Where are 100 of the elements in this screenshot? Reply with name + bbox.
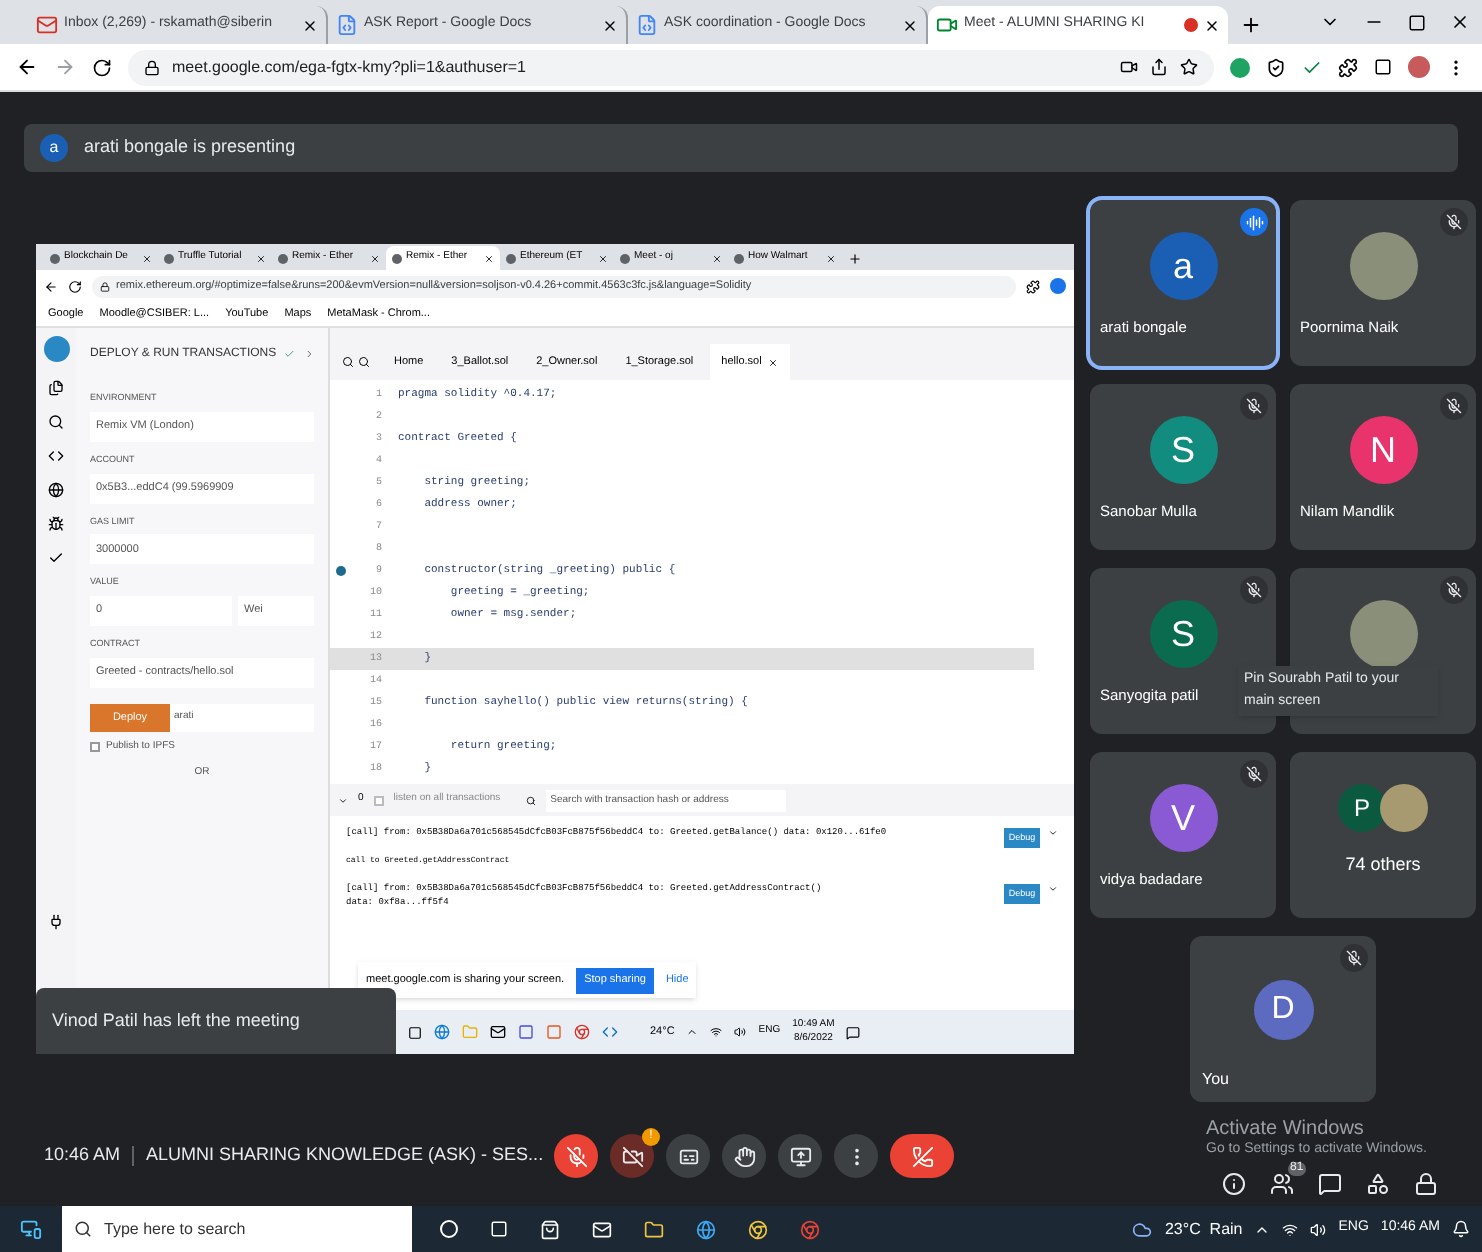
- weather-icon: [1132, 1219, 1153, 1239]
- chat-icon[interactable]: [1318, 1171, 1342, 1195]
- extension-icon[interactable]: [1266, 57, 1286, 77]
- microphone-off-icon: [565, 1145, 587, 1167]
- expand-icon[interactable]: [1048, 828, 1058, 838]
- expand-icon[interactable]: [1048, 884, 1058, 894]
- video-icon: [936, 14, 958, 36]
- volume-icon: [734, 1026, 747, 1038]
- avatar-photo: [1349, 232, 1417, 300]
- avatar: D: [1253, 980, 1313, 1040]
- search-icon[interactable]: [48, 414, 64, 430]
- avatar: V: [1149, 784, 1217, 852]
- profile-avatar[interactable]: [1408, 56, 1430, 78]
- leave-call-button[interactable]: [890, 1134, 954, 1178]
- back-icon[interactable]: [44, 279, 58, 293]
- file-explorer-icon[interactable]: [48, 380, 64, 396]
- avatar-photo: [1380, 784, 1428, 832]
- collapse-icon[interactable]: [338, 795, 348, 805]
- notifications-icon[interactable]: [846, 1025, 861, 1039]
- reload-icon[interactable]: [92, 57, 112, 77]
- participant-name: You: [1202, 1068, 1229, 1092]
- back-icon[interactable]: [16, 56, 38, 78]
- microphone-button[interactable]: [554, 1134, 598, 1178]
- cortana-icon[interactable]: [440, 1220, 458, 1238]
- close-icon[interactable]: [902, 17, 918, 33]
- close-icon[interactable]: [1204, 17, 1220, 33]
- checkbox[interactable]: [373, 795, 384, 805]
- address-bar[interactable]: meet.google.com/ega-fgtx-kmy?pli=1&authuser=1: [128, 49, 1214, 85]
- profile-avatar[interactable]: [1050, 278, 1066, 294]
- camera-icon: [1120, 58, 1138, 76]
- code-editor-icon[interactable]: [602, 1024, 618, 1040]
- restore-icon[interactable]: [1408, 14, 1426, 32]
- chevron-icon[interactable]: [303, 348, 314, 360]
- raise-hand-button[interactable]: [722, 1134, 766, 1178]
- plugin-icon[interactable]: [48, 914, 64, 930]
- store-icon[interactable]: [540, 1219, 560, 1239]
- meeting-title: ALUMNI SHARING KNOWLEDGE (ASK) - SES...: [146, 1142, 544, 1169]
- checkbox[interactable]: [90, 742, 100, 752]
- deploy-icon[interactable]: [48, 482, 64, 498]
- mail-icon: [36, 14, 58, 36]
- start-icon[interactable]: [20, 1218, 42, 1240]
- new-tab-icon[interactable]: [1240, 14, 1262, 36]
- volume-icon: [1310, 1221, 1327, 1237]
- activation-title: Activate Windows: [1206, 1117, 1364, 1139]
- search-icon: [526, 795, 537, 805]
- people-icon[interactable]: [1270, 1171, 1294, 1195]
- notifications-icon[interactable]: [1452, 1220, 1470, 1238]
- avatar: a: [1149, 232, 1217, 300]
- checkmark-icon[interactable]: [1302, 57, 1322, 77]
- remix-logo-icon: [43, 336, 69, 362]
- browser-icon[interactable]: [696, 1219, 716, 1239]
- sidebar-icon[interactable]: [1374, 58, 1392, 76]
- close-icon[interactable]: [602, 17, 618, 33]
- document-icon: [336, 14, 358, 36]
- close-icon[interactable]: [302, 17, 318, 33]
- hand-icon: [733, 1145, 755, 1167]
- presenting-text: arati bongale is presenting: [84, 134, 296, 161]
- share-icon[interactable]: [1150, 58, 1168, 76]
- forward-icon[interactable]: [54, 56, 76, 78]
- more-options-button[interactable]: [834, 1134, 878, 1178]
- extensions-icon[interactable]: [1026, 279, 1040, 293]
- site-icon: [620, 253, 630, 263]
- captions-button[interactable]: [666, 1134, 710, 1178]
- search-field[interactable]: Type here to search: [104, 1206, 412, 1252]
- info-icon[interactable]: [1222, 1171, 1246, 1195]
- captions-icon: [677, 1145, 699, 1167]
- site-icon: [50, 253, 60, 263]
- browser-icon[interactable]: [574, 1024, 590, 1040]
- mail-icon[interactable]: [490, 1024, 506, 1040]
- search-icon[interactable]: [62, 1206, 104, 1252]
- site-icon: [278, 253, 288, 263]
- bookmark-star-icon[interactable]: [1180, 58, 1198, 76]
- weather-text: 23°C Rain: [1164, 1217, 1243, 1241]
- host-controls-icon[interactable]: [1414, 1171, 1438, 1195]
- phone-hang-up-icon: [911, 1145, 933, 1167]
- browser-icon[interactable]: [800, 1219, 820, 1239]
- activities-icon[interactable]: [1366, 1171, 1390, 1195]
- others-count: 74 others: [1343, 852, 1423, 878]
- folder-icon[interactable]: [644, 1219, 664, 1239]
- checkmark-icon[interactable]: [48, 550, 64, 566]
- present-button[interactable]: [778, 1134, 822, 1178]
- extensions-icon[interactable]: [1338, 57, 1358, 77]
- presenter-avatar: a: [40, 134, 68, 162]
- close-icon[interactable]: [1450, 12, 1470, 32]
- zoom-out-icon[interactable]: [342, 356, 354, 368]
- debugger-icon[interactable]: [48, 516, 64, 532]
- site-icon: [734, 253, 744, 263]
- camera-off-icon: [621, 1145, 643, 1167]
- zoom-in-icon[interactable]: [358, 356, 370, 368]
- avatar: P: [1338, 784, 1386, 832]
- meeting-time: 10:46 AM: [44, 1142, 121, 1169]
- compiler-icon[interactable]: [48, 448, 64, 464]
- lock-icon: [100, 281, 110, 291]
- avatar: S: [1149, 416, 1217, 484]
- present-screen-icon: [789, 1145, 811, 1167]
- avatar: N: [1349, 416, 1417, 484]
- reload-icon[interactable]: [68, 279, 82, 293]
- lock-icon: [144, 59, 160, 75]
- task-view-icon[interactable]: [408, 1025, 422, 1039]
- browser-icon[interactable]: [748, 1219, 768, 1239]
